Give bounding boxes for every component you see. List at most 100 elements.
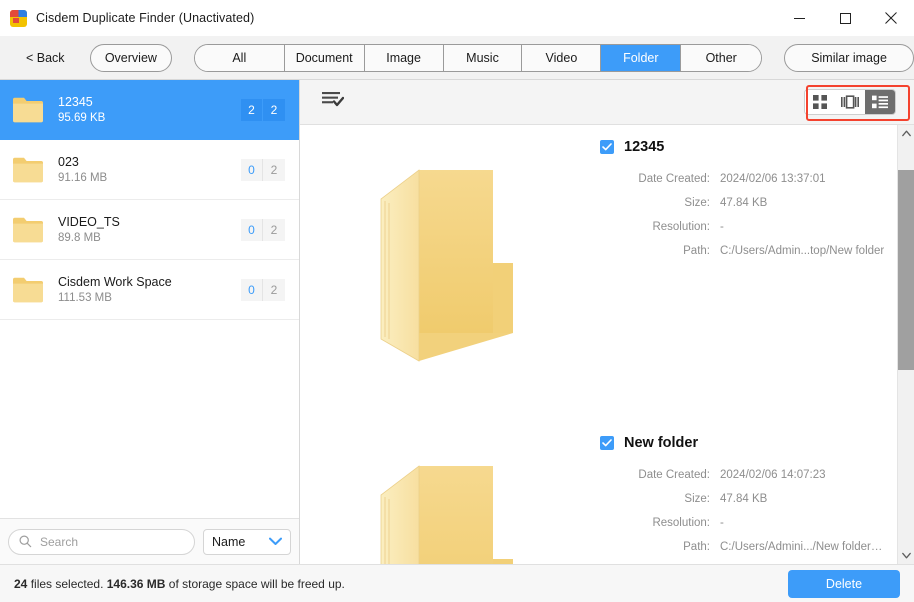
overview-button[interactable]: Overview — [89, 43, 172, 72]
meta-label: Size: — [684, 493, 710, 505]
cisdem-logo-icon — [10, 9, 27, 27]
selected-count-badge: 2 — [241, 98, 263, 121]
list-view-icon[interactable] — [865, 90, 895, 114]
meta-label: Size: — [684, 197, 710, 209]
meta-label: Resolution: — [652, 221, 710, 233]
meta-row-path: Path: C:/Users/Admini.../New folder (2) — [600, 541, 885, 553]
status-message: 24 files selected. 146.36 MB of storage … — [14, 577, 345, 591]
meta-row-resolution: Resolution: - — [600, 517, 885, 529]
folder-thumbnail — [300, 133, 600, 421]
list-item[interactable]: VIDEO_TS 89.8 MB 0 2 — [0, 200, 299, 260]
back-button[interactable]: < Back — [26, 51, 82, 65]
tab-folder[interactable]: Folder — [601, 44, 682, 71]
folder-size: 111.53 MB — [58, 292, 112, 304]
tab-all[interactable]: All — [194, 44, 285, 71]
meta-value: - — [720, 221, 724, 233]
tab-image[interactable]: Image — [364, 44, 444, 71]
list-item[interactable]: Cisdem Work Space 111.53 MB 0 2 — [0, 260, 299, 320]
list-item[interactable]: 12345 95.69 KB 2 2 — [0, 80, 299, 140]
list-check-icon[interactable] — [322, 91, 345, 114]
list-item-text: 12345 95.69 KB — [58, 95, 241, 124]
status-freed-suffix: of storage space will be freed up. — [165, 576, 345, 591]
tab-music[interactable]: Music — [443, 44, 523, 71]
scrollbar-track[interactable] — [897, 142, 914, 547]
total-count-badge: 2 — [263, 98, 285, 121]
tab-video[interactable]: Video — [522, 44, 602, 71]
carousel-view-icon[interactable] — [835, 90, 865, 114]
sort-selected-value: Name — [212, 534, 246, 549]
meta-label: Date Created: — [638, 173, 710, 185]
meta-value: - — [720, 517, 724, 529]
navigation-bar: < Back Overview All Document Image Music… — [0, 36, 914, 80]
meta-value: 2024/02/06 13:37:01 — [720, 173, 826, 185]
meta-value: 2024/02/06 14:07:23 — [720, 469, 826, 481]
item-checkbox[interactable] — [600, 140, 614, 154]
folder-icon — [12, 216, 44, 244]
selected-count-badge: 0 — [241, 158, 263, 181]
total-count-badge: 2 — [263, 218, 285, 241]
list-item[interactable]: 023 91.16 MB 0 2 — [0, 140, 299, 200]
maximize-icon[interactable] — [822, 0, 868, 36]
total-count-badge: 2 — [263, 278, 285, 301]
folder-icon — [12, 276, 44, 304]
badge-group: 0 2 — [241, 218, 285, 241]
chevron-down-icon — [269, 537, 282, 545]
list-item-text: 023 91.16 MB — [58, 155, 241, 184]
meta-label: Date Created: — [638, 469, 710, 481]
sidebar: 12345 95.69 KB 2 2 023 91.16 MB 0 2 VIDE… — [0, 80, 300, 564]
meta-value: 47.84 KB — [720, 197, 768, 209]
detail-scroll-area: 12345 Date Created: 2024/02/06 13:37:01 … — [300, 125, 897, 564]
scroll-down-arrow-icon[interactable] — [898, 547, 914, 564]
meta-row-path: Path: C:/Users/Admin...top/New folder — [600, 245, 885, 257]
meta-row-date: Date Created: 2024/02/06 14:07:23 — [600, 469, 885, 481]
search-input[interactable]: Search — [8, 528, 195, 555]
selected-file-count: 24 — [14, 576, 28, 591]
delete-button[interactable]: Delete — [788, 569, 900, 598]
meta-label: Path: — [683, 245, 710, 257]
category-tabs: All Document Image Music Video Folder Ot… — [193, 43, 763, 72]
duplicate-item[interactable]: New folder Date Created: 2024/02/06 14:0… — [300, 421, 897, 564]
item-metadata: New folder Date Created: 2024/02/06 14:0… — [600, 429, 897, 564]
minimize-icon[interactable] — [776, 0, 822, 36]
folder-name: 12345 — [58, 95, 93, 109]
main-body: 12345 95.69 KB 2 2 023 91.16 MB 0 2 VIDE… — [0, 80, 914, 564]
detail-toolbar — [300, 80, 914, 125]
sort-dropdown[interactable]: Name — [203, 528, 291, 555]
folder-icon — [12, 96, 44, 124]
meta-label: Path: — [683, 541, 710, 553]
item-metadata: 12345 Date Created: 2024/02/06 13:37:01 … — [600, 133, 897, 421]
item-title: 12345 — [624, 139, 665, 155]
folder-name: Cisdem Work Space — [58, 275, 172, 289]
grid-view-icon[interactable] — [805, 90, 835, 114]
folder-size: 89.8 MB — [58, 232, 101, 244]
meta-row-date: Date Created: 2024/02/06 13:37:01 — [600, 173, 885, 185]
similar-image-button[interactable]: Similar image — [784, 43, 914, 72]
status-count-suffix: files selected. — [27, 576, 107, 591]
total-count-badge: 2 — [263, 158, 285, 181]
tab-document[interactable]: Document — [284, 44, 365, 71]
list-item-text: Cisdem Work Space 111.53 MB — [58, 275, 241, 304]
sidebar-footer: Search Name — [0, 518, 299, 564]
detail-panel: 12345 Date Created: 2024/02/06 13:37:01 … — [300, 80, 914, 564]
folder-icon — [380, 169, 513, 362]
folder-size: 91.16 MB — [58, 172, 108, 184]
folder-icon — [12, 156, 44, 184]
close-icon[interactable] — [868, 0, 914, 36]
scrollbar-thumb[interactable] — [897, 170, 914, 370]
detail-content: 12345 Date Created: 2024/02/06 13:37:01 … — [300, 125, 914, 564]
tab-other[interactable]: Other — [681, 44, 762, 71]
duplicate-item[interactable]: 12345 Date Created: 2024/02/06 13:37:01 … — [300, 125, 897, 421]
window-controls — [776, 0, 914, 36]
application-window: Cisdem Duplicate Finder (Unactivated) < … — [0, 0, 914, 602]
item-checkbox[interactable] — [600, 436, 614, 450]
meta-value: C:/Users/Admin...top/New folder — [720, 245, 885, 257]
meta-row-resolution: Resolution: - — [600, 221, 885, 233]
title-bar: Cisdem Duplicate Finder (Unactivated) — [0, 0, 914, 36]
meta-row-size: Size: 47.84 KB — [600, 197, 885, 209]
scroll-up-arrow-icon[interactable] — [898, 125, 914, 142]
selected-count-badge: 0 — [241, 218, 263, 241]
badge-group: 0 2 — [241, 158, 285, 181]
badge-group: 2 2 — [241, 98, 285, 121]
folder-group-list: 12345 95.69 KB 2 2 023 91.16 MB 0 2 VIDE… — [0, 80, 299, 518]
vertical-scrollbar[interactable] — [897, 125, 914, 564]
